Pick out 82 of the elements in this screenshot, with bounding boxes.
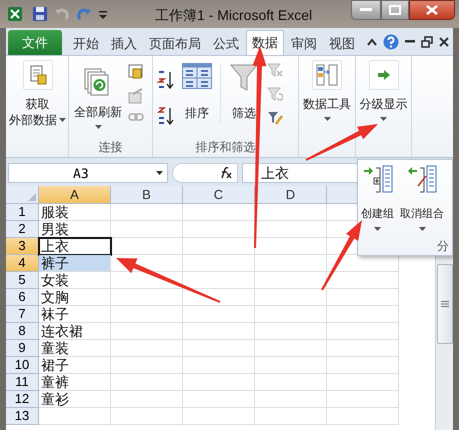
refresh-all-button[interactable]: 全部刷新 — [72, 68, 124, 129]
row-header[interactable]: 1 — [6, 204, 39, 221]
dropdown-caret-icon[interactable] — [418, 227, 426, 231]
table-cell[interactable]: 裙子 — [39, 357, 111, 374]
row-header[interactable]: 9 — [6, 340, 39, 357]
maximize-icon — [389, 5, 401, 15]
ungroup-rows-icon — [407, 164, 437, 194]
dropdown-caret-icon[interactable] — [59, 118, 66, 122]
data-tools-icon — [312, 60, 342, 90]
group-label: 排序和筛选 — [196, 140, 256, 154]
dropdown-caret-icon[interactable] — [94, 125, 102, 129]
dropdown-caret-icon[interactable] — [324, 117, 330, 121]
ribbon-tab[interactable]: 审阅 — [286, 32, 322, 55]
name-box[interactable]: A3 — [8, 163, 168, 183]
column-header[interactable]: A — [39, 186, 111, 203]
scrollbar-thumb[interactable] — [436, 264, 452, 344]
outline-button[interactable]: 分级显示 — [359, 60, 408, 121]
sort-ascending-icon[interactable] — [156, 70, 174, 90]
minimize-icon[interactable] — [405, 40, 415, 44]
annotation-arrow — [321, 220, 362, 290]
table-cell[interactable]: 童裤 — [39, 374, 111, 391]
ribbon-tab[interactable]: 页面布局 — [144, 32, 206, 55]
ribbon-tab[interactable]: 开始 — [68, 32, 104, 55]
row-header[interactable]: 4 — [6, 255, 39, 272]
table-cell[interactable]: 文胸 — [39, 289, 111, 306]
table-cell[interactable]: 服装 — [39, 204, 111, 221]
collapse-ribbon-icon[interactable] — [367, 38, 377, 46]
funnel-icon — [230, 63, 258, 91]
dropdown-caret-icon[interactable] — [374, 227, 381, 231]
sort-button[interactable]: 排序 — [180, 63, 214, 121]
row-header[interactable]: 7 — [6, 306, 39, 323]
row-header[interactable]: 3 — [6, 238, 39, 255]
sort-descending-icon[interactable] — [156, 106, 174, 126]
row-header[interactable]: 8 — [6, 323, 39, 340]
table-cell[interactable]: 裤子 — [39, 255, 111, 272]
corner-triangle-icon — [28, 193, 36, 201]
row-header[interactable]: 5 — [6, 272, 39, 289]
table-cell[interactable]: 连衣裙 — [39, 323, 111, 340]
spreadsheet-icon — [6, 5, 24, 23]
group-label: 连接 — [98, 140, 122, 154]
close-icon — [426, 5, 438, 15]
ribbon-tab[interactable]: 公式 — [208, 32, 244, 55]
help-icon[interactable] — [383, 34, 399, 50]
ribbon-tab[interactable]: 插入 — [106, 32, 142, 55]
insert-function-icon[interactable] — [172, 163, 238, 183]
dropdown-caret-icon[interactable] — [156, 171, 163, 175]
table-cell[interactable]: 袜子 — [39, 306, 111, 323]
close-button[interactable] — [409, 0, 455, 20]
advanced-filter-icon[interactable] — [267, 110, 283, 126]
minimize-icon — [360, 8, 372, 12]
save-icon[interactable] — [32, 6, 48, 22]
row-header[interactable]: 10 — [6, 357, 39, 374]
file-tab[interactable]: 文件 — [8, 30, 62, 55]
group-label: 分 — [437, 239, 449, 255]
row-header[interactable]: 2 — [6, 221, 39, 238]
window-title: 工作簿1 - Microsoft Excel — [155, 6, 312, 25]
row-header[interactable]: 12 — [6, 391, 39, 408]
table-cell[interactable]: 童衫 — [39, 391, 111, 408]
table-cell[interactable]: 童装 — [39, 340, 111, 357]
column-header[interactable]: B — [111, 186, 183, 203]
table-cell[interactable] — [39, 408, 111, 425]
close-icon[interactable] — [439, 37, 449, 47]
row-header[interactable]: 13 — [6, 408, 39, 425]
data-tools-button[interactable]: 数据工具 — [302, 60, 352, 121]
table-cell[interactable]: 上衣 — [39, 238, 111, 255]
group-rows-icon — [362, 164, 392, 194]
document-icon — [22, 60, 52, 90]
restore-icon[interactable] — [421, 36, 433, 48]
dropdown-caret-icon[interactable] — [380, 117, 387, 121]
customize-icon[interactable] — [98, 8, 108, 20]
maximize-button[interactable] — [381, 0, 409, 20]
grip-icon — [440, 301, 448, 307]
ribbon-tab[interactable]: 数据 — [246, 30, 284, 55]
sort-grid-icon — [182, 63, 212, 89]
table-cell[interactable]: 女装 — [39, 272, 111, 289]
row-header[interactable]: 6 — [6, 289, 39, 306]
row-header[interactable]: 11 — [6, 374, 39, 391]
filter-button[interactable]: 筛选 — [227, 63, 261, 121]
ribbon-tab[interactable]: 视图 — [324, 32, 360, 55]
minimize-button[interactable] — [351, 0, 381, 20]
connections-icon[interactable] — [128, 64, 144, 80]
get-external-data-button[interactable]: 获取 外部数据 — [9, 60, 66, 128]
